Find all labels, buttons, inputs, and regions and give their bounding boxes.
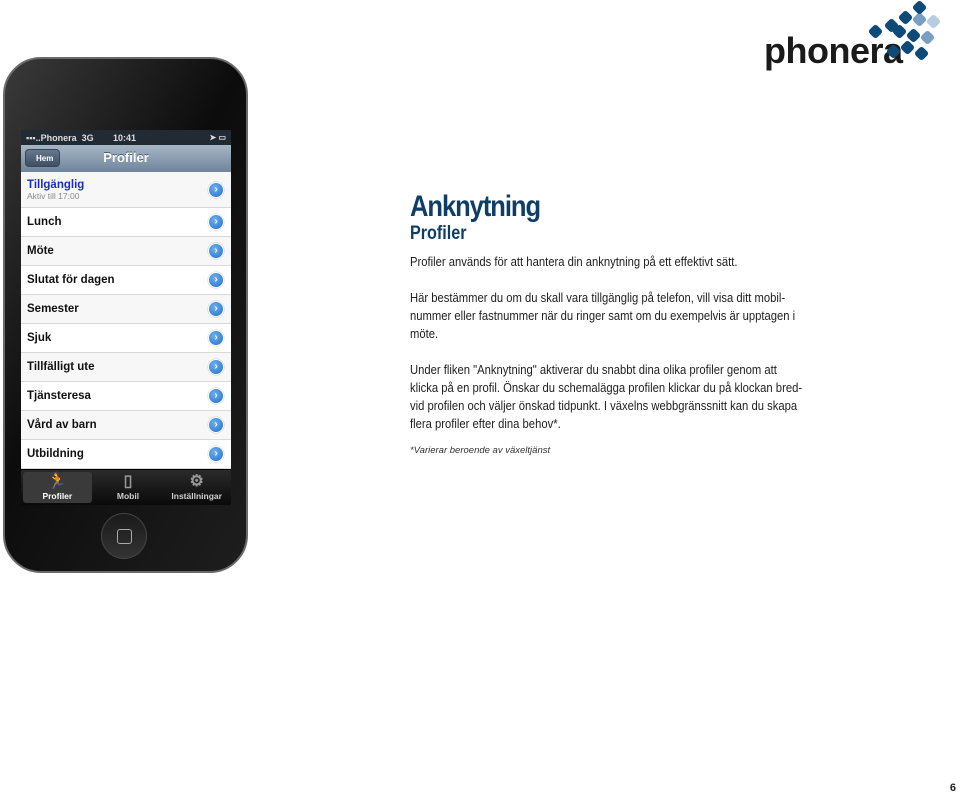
home-square-icon (117, 529, 132, 544)
page-subtitle: Profiler (410, 223, 467, 244)
tab-label: Profiler (42, 491, 73, 501)
detail-disclosure-icon[interactable]: › (208, 243, 224, 259)
profile-label: Tjänsteresa (27, 390, 91, 402)
logo-dot (919, 29, 936, 46)
logo-dot (911, 0, 928, 16)
profile-label: Semester (27, 303, 79, 315)
profile-row[interactable]: Möte › (21, 237, 231, 266)
paragraph: Profiler används för att hantera din ank… (410, 253, 802, 271)
page-number: 6 (949, 782, 956, 794)
battery-icon: ➤ ▭ (209, 133, 226, 142)
text-line: Under fliken "Anknytning" aktiverar du s… (410, 363, 777, 377)
page-title: Anknytning (410, 190, 541, 223)
status-bar: ▪▪▪.. Phonera 3G 10:41 ➤ ▭ (21, 130, 231, 145)
detail-disclosure-icon[interactable]: › (208, 388, 224, 404)
detail-disclosure-icon[interactable]: › (208, 301, 224, 317)
gear-icon: ⚙ (189, 473, 204, 490)
profile-row[interactable]: Semester › (21, 295, 231, 324)
phonera-logo: phonera (762, 0, 957, 71)
tab-bar: 🏃 Profiler ▯ Mobil ⚙ Inställningar (21, 470, 231, 505)
profile-label: Sjuk (27, 332, 52, 344)
logo-dot (897, 9, 914, 26)
profile-label: Tillgänglig (27, 178, 85, 191)
text-line: klicka på en profil. Önskar du schemaläg… (410, 381, 803, 395)
clock: 10:41 (113, 132, 137, 143)
logo-dot (913, 45, 930, 62)
profile-label: Slutat för dagen (27, 274, 115, 286)
profile-row[interactable]: Tjänsteresa › (21, 382, 231, 411)
tab-label: Mobil (116, 491, 140, 501)
tab-mobil[interactable]: ▯ Mobil (94, 470, 163, 505)
mobile-icon: ▯ (123, 473, 133, 490)
detail-disclosure-icon[interactable]: › (208, 330, 224, 346)
nav-title: Profiler (103, 150, 149, 165)
detail-disclosure-icon[interactable]: › (208, 272, 224, 288)
detail-disclosure-icon[interactable]: › (208, 181, 224, 198)
text-line: Här bestämmer du om du skall vara tillgä… (410, 291, 786, 305)
profile-row[interactable]: Vård av barn › (21, 411, 231, 440)
profile-list: Tillgänglig Aktiv till 17:00 › Lunch › Möte › S… (21, 172, 231, 469)
profile-label: Tillfälligt ute (27, 361, 95, 373)
tab-profiler[interactable]: 🏃 Profiler (23, 472, 92, 503)
runner-icon: 🏃 (47, 473, 68, 490)
content: Anknytning Profiler Profiler används för… (410, 190, 846, 456)
profile-row[interactable]: Sjuk › (21, 324, 231, 353)
detail-disclosure-icon[interactable]: › (208, 214, 224, 230)
profile-row[interactable]: Slutat för dagen › (21, 266, 231, 295)
profile-row[interactable]: Utbildning › (21, 440, 231, 469)
profile-row[interactable]: Tillgänglig Aktiv till 17:00 › (21, 172, 231, 208)
body-text: Profiler används för att hantera din ank… (410, 253, 846, 433)
footnote: *Varierar beroende av växeltjänst (410, 445, 551, 456)
text-line: Profiler används för att hantera din ank… (410, 255, 738, 269)
profile-label: Utbildning (27, 448, 84, 460)
paragraph: Under fliken "Anknytning" aktiverar du s… (410, 361, 802, 433)
text-line: vid profilen och väljer önskad tidpunkt.… (410, 399, 798, 413)
detail-disclosure-icon[interactable]: › (208, 446, 224, 462)
paragraph: Här bestämmer du om du skall vara tillgä… (410, 289, 802, 343)
text-line: möte. (410, 327, 439, 341)
tab-label: Inställningar (171, 491, 222, 501)
logo-text: phonera (764, 30, 903, 71)
profile-row[interactable]: Tillfälligt ute › (21, 353, 231, 382)
detail-disclosure-icon[interactable]: › (208, 417, 224, 433)
signal-icon: ▪▪▪.. (26, 132, 41, 143)
phone-screen: ▪▪▪.. Phonera 3G 10:41 ➤ ▭ Hem Profiler … (21, 130, 231, 505)
profile-label: Lunch (27, 216, 62, 228)
network: 3G (81, 132, 94, 143)
profile-row[interactable]: Lunch › (21, 208, 231, 237)
detail-disclosure-icon[interactable]: › (208, 359, 224, 375)
profile-label: Möte (27, 245, 54, 257)
profile-sub: Aktiv till 17:00 (27, 190, 80, 201)
text-line: flera profiler efter dina behov*. (410, 417, 561, 431)
tab-installningar[interactable]: ⚙ Inställningar (162, 470, 231, 505)
carrier: Phonera (40, 132, 77, 143)
nav-bar: Hem Profiler (21, 145, 231, 172)
logo-dot (925, 13, 942, 30)
profile-label: Vård av barn (27, 419, 97, 431)
text-line: nummer eller fastnummer när du ringer sa… (410, 309, 796, 323)
home-button[interactable] (101, 513, 147, 559)
